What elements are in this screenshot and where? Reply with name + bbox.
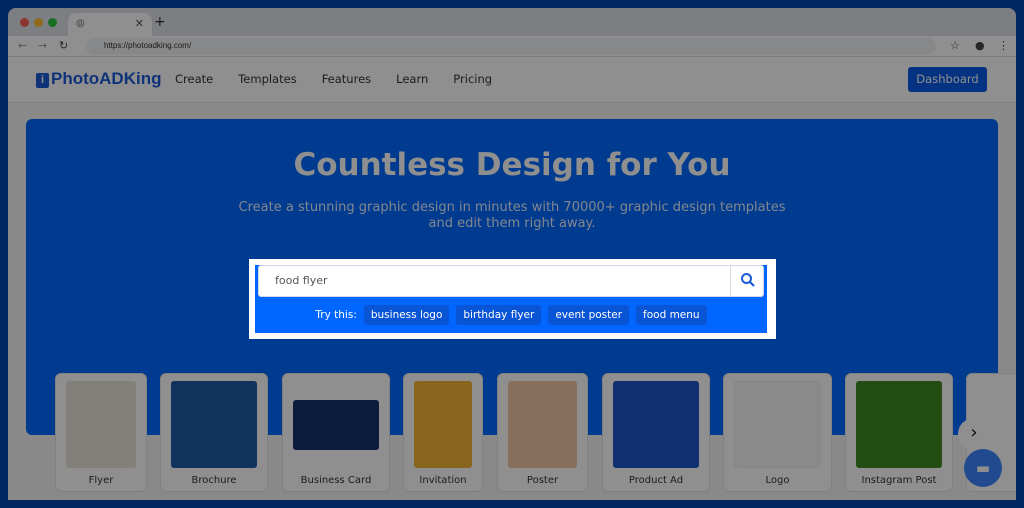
nav-learn[interactable]: Learn: [396, 72, 428, 86]
category-carousel: Flyer Brochure Business Card Invitation …: [8, 373, 1016, 493]
address-bar-row: ← → ↻ https://photoadking.com/ ☆ ● ⋮: [8, 36, 1016, 57]
category-card-instagram-post[interactable]: Instagram Post: [845, 373, 953, 492]
chat-widget-button[interactable]: ▬: [964, 449, 1002, 487]
suggestion-chip[interactable]: birthday flyer: [456, 305, 542, 325]
url-input[interactable]: https://photoadking.com/: [86, 38, 936, 55]
thumbnail: [856, 381, 942, 468]
search-panel: food flyer Try this: business logo birth…: [255, 265, 767, 333]
reload-icon[interactable]: ↻: [59, 39, 68, 52]
browser-tab[interactable]: ◎ ✕: [68, 13, 152, 36]
menu-kebab-icon[interactable]: ⋮: [998, 39, 1009, 52]
forward-icon[interactable]: →: [38, 39, 47, 52]
try-this-label: Try this:: [315, 309, 357, 321]
new-tab-button[interactable]: +: [154, 14, 166, 30]
category-card-flyer[interactable]: Flyer: [55, 373, 147, 492]
search-highlight: food flyer Try this: business logo birth…: [249, 259, 776, 339]
tab-bar: ◎ ✕ +: [8, 8, 1016, 36]
thumbnail: [734, 381, 821, 468]
back-icon[interactable]: ←: [18, 39, 27, 52]
thumbnail: [66, 381, 136, 468]
chat-icon: ▬: [975, 459, 991, 477]
suggestion-chip[interactable]: event poster: [548, 305, 630, 325]
search-button[interactable]: [730, 266, 764, 296]
dashboard-button[interactable]: Dashboard: [908, 67, 987, 92]
category-card-poster[interactable]: Poster: [497, 373, 588, 492]
nav-create[interactable]: Create: [175, 72, 213, 86]
suggestion-chip[interactable]: business logo: [363, 305, 450, 325]
category-card-logo[interactable]: Logo: [723, 373, 832, 492]
carousel-next-button[interactable]: ›: [958, 418, 990, 450]
category-card-invitation[interactable]: Invitation: [403, 373, 483, 492]
category-card-brochure[interactable]: Brochure: [160, 373, 268, 492]
nav-templates[interactable]: Templates: [238, 72, 296, 86]
hero-title: Countless Design for You: [293, 147, 731, 183]
search-icon: [740, 273, 755, 287]
hero-subtitle: Create a stunning graphic design in minu…: [238, 200, 786, 231]
thumbnail: [293, 400, 379, 450]
close-tab-icon[interactable]: ✕: [135, 17, 144, 30]
bookmark-star-icon[interactable]: ☆: [950, 39, 960, 52]
nav-pricing[interactable]: Pricing: [453, 72, 492, 86]
search-input[interactable]: food flyer: [258, 265, 764, 297]
profile-icon[interactable]: ●: [975, 39, 985, 52]
close-window-button[interactable]: [20, 18, 29, 27]
thumbnail: [414, 381, 472, 468]
thumbnail: [508, 381, 577, 468]
nav-features[interactable]: Features: [322, 72, 371, 86]
maximize-window-button[interactable]: [48, 18, 57, 27]
suggestion-chip[interactable]: food menu: [636, 305, 707, 325]
category-card-business-card[interactable]: Business Card: [282, 373, 390, 492]
logo[interactable]: i PhotoADKing: [36, 69, 161, 89]
browser-window: ◎ ✕ + ← → ↻ https://photoadking.com/ ☆ ● …: [8, 8, 1016, 500]
thumbnail: [171, 381, 257, 468]
chrome-icon: ◎: [76, 18, 85, 29]
category-card-product-ad[interactable]: Product Ad: [602, 373, 710, 492]
minimize-window-button[interactable]: [34, 18, 43, 27]
site-header: i PhotoADKing Create Templates Features L…: [8, 57, 1016, 103]
thumbnail: [613, 381, 699, 468]
